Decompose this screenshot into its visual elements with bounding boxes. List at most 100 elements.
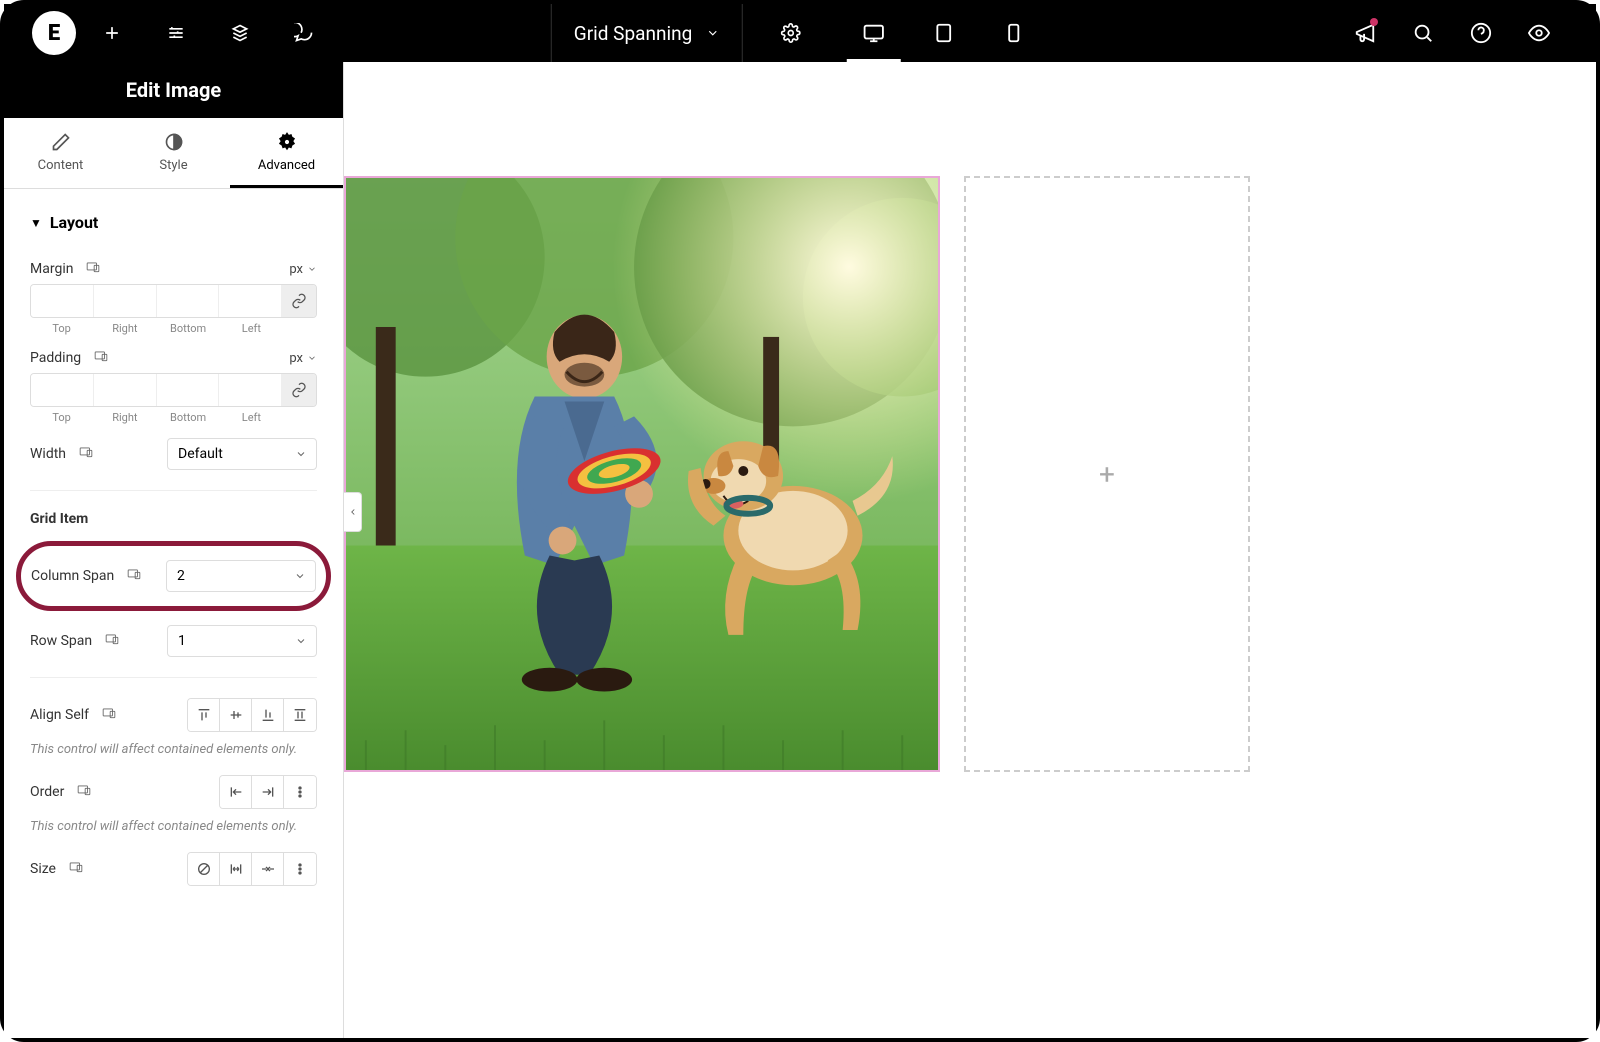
- row-span-label: Row Span: [30, 633, 92, 649]
- panel-tabs: Content Style Advanced: [4, 118, 343, 189]
- size-none-button[interactable]: [188, 853, 220, 885]
- margin-control-header: Margin px: [30, 260, 317, 278]
- chevron-down-icon: [307, 264, 317, 274]
- margin-link-toggle[interactable]: [282, 285, 316, 317]
- tab-style[interactable]: Style: [117, 118, 230, 188]
- order-start-button[interactable]: [220, 776, 252, 808]
- align-self-buttons: [187, 698, 317, 732]
- order-control: Order: [30, 775, 317, 809]
- park-image-illustration: [346, 178, 938, 770]
- help-button[interactable]: [1452, 4, 1510, 62]
- column-span-highlight: Column Span 2: [16, 541, 331, 611]
- align-end-button[interactable]: [252, 699, 284, 731]
- responsive-icon[interactable]: [78, 445, 94, 463]
- padding-unit-label: px: [289, 351, 303, 366]
- padding-inputs: [30, 373, 317, 407]
- tab-advanced-label: Advanced: [258, 158, 315, 173]
- contrast-icon: [164, 132, 184, 152]
- align-center-button[interactable]: [220, 699, 252, 731]
- panel-body: ▼ Layout Margin px Top Right Bottom L: [4, 189, 343, 1038]
- preview-canvas: +: [344, 62, 1596, 1038]
- tab-content[interactable]: Content: [4, 118, 117, 188]
- divider: [30, 677, 317, 678]
- responsive-icon[interactable]: [76, 783, 92, 801]
- desktop-device-button[interactable]: [839, 4, 909, 62]
- margin-label: Margin: [30, 261, 73, 277]
- size-shrink-button[interactable]: [252, 853, 284, 885]
- gear-icon: [277, 132, 297, 152]
- dim-label-right: Right: [93, 411, 156, 424]
- mobile-device-button[interactable]: [979, 4, 1049, 62]
- align-stretch-button[interactable]: [284, 699, 316, 731]
- panel-collapse-handle[interactable]: [344, 492, 362, 532]
- tab-advanced[interactable]: Advanced: [230, 118, 343, 188]
- chevron-down-icon: [307, 353, 317, 363]
- padding-link-toggle[interactable]: [282, 374, 316, 406]
- padding-left-input[interactable]: [219, 374, 282, 406]
- add-element-button[interactable]: [84, 4, 140, 62]
- grid-item-heading: Grid Item: [30, 511, 317, 527]
- padding-bottom-input[interactable]: [157, 374, 220, 406]
- grid-container: +: [344, 176, 1250, 772]
- layout-section-toggle[interactable]: ▼ Layout: [30, 189, 317, 248]
- margin-bottom-input[interactable]: [157, 285, 220, 317]
- width-control: Width Default: [30, 438, 317, 470]
- document-title-text: Grid Spanning: [574, 22, 692, 45]
- padding-unit-selector[interactable]: px: [289, 351, 317, 366]
- notification-dot: [1370, 18, 1378, 26]
- margin-right-input[interactable]: [94, 285, 157, 317]
- margin-left-input[interactable]: [219, 285, 282, 317]
- image-widget-selected[interactable]: [344, 176, 940, 772]
- margin-dim-labels: Top Right Bottom Left: [30, 322, 317, 335]
- preview-button[interactable]: [1510, 4, 1568, 62]
- row-span-select[interactable]: 1: [167, 625, 317, 657]
- tablet-device-button[interactable]: [909, 4, 979, 62]
- toolbar-left: E: [4, 4, 332, 62]
- top-toolbar: E Grid Spanning: [4, 4, 1596, 62]
- margin-unit-selector[interactable]: px: [289, 262, 317, 277]
- padding-right-input[interactable]: [94, 374, 157, 406]
- page-settings-button[interactable]: [763, 4, 819, 62]
- padding-dim-labels: Top Right Bottom Left: [30, 411, 317, 424]
- size-control: Size: [30, 852, 317, 886]
- dim-label-top: Top: [30, 322, 93, 335]
- elementor-logo[interactable]: E: [32, 11, 76, 55]
- dim-label-top: Top: [30, 411, 93, 424]
- align-start-button[interactable]: [188, 699, 220, 731]
- tab-content-label: Content: [38, 158, 84, 173]
- responsive-icon[interactable]: [93, 349, 109, 367]
- margin-inputs: [30, 284, 317, 318]
- site-settings-button[interactable]: [148, 4, 204, 62]
- tab-style-label: Style: [159, 158, 187, 173]
- responsive-icon[interactable]: [68, 860, 84, 878]
- order-more-button[interactable]: [284, 776, 316, 808]
- column-span-select[interactable]: 2: [166, 560, 316, 592]
- size-grow-button[interactable]: [220, 853, 252, 885]
- responsive-icon[interactable]: [104, 632, 120, 650]
- whats-new-button[interactable]: [1336, 4, 1394, 62]
- document-title-dropdown[interactable]: Grid Spanning: [551, 4, 743, 62]
- column-span-label: Column Span: [31, 568, 114, 584]
- align-self-label: Align Self: [30, 707, 89, 723]
- size-label: Size: [30, 861, 56, 877]
- row-span-control: Row Span 1: [30, 625, 317, 657]
- size-buttons: [187, 852, 317, 886]
- margin-top-input[interactable]: [31, 285, 94, 317]
- responsive-icon[interactable]: [85, 260, 101, 278]
- empty-grid-cell[interactable]: +: [964, 176, 1250, 772]
- responsive-icon[interactable]: [126, 567, 142, 585]
- padding-top-input[interactable]: [31, 374, 94, 406]
- responsive-icon[interactable]: [101, 706, 117, 724]
- structure-button[interactable]: [212, 4, 268, 62]
- align-self-control: Align Self: [30, 698, 317, 732]
- size-more-button[interactable]: [284, 853, 316, 885]
- order-buttons: [219, 775, 317, 809]
- order-end-button[interactable]: [252, 776, 284, 808]
- notes-button[interactable]: [276, 4, 332, 62]
- pencil-icon: [51, 132, 71, 152]
- dim-label-bottom: Bottom: [157, 322, 220, 335]
- width-select[interactable]: Default: [167, 438, 317, 470]
- order-label: Order: [30, 784, 64, 800]
- column-span-control: Column Span 2: [31, 560, 316, 592]
- finder-search-button[interactable]: [1394, 4, 1452, 62]
